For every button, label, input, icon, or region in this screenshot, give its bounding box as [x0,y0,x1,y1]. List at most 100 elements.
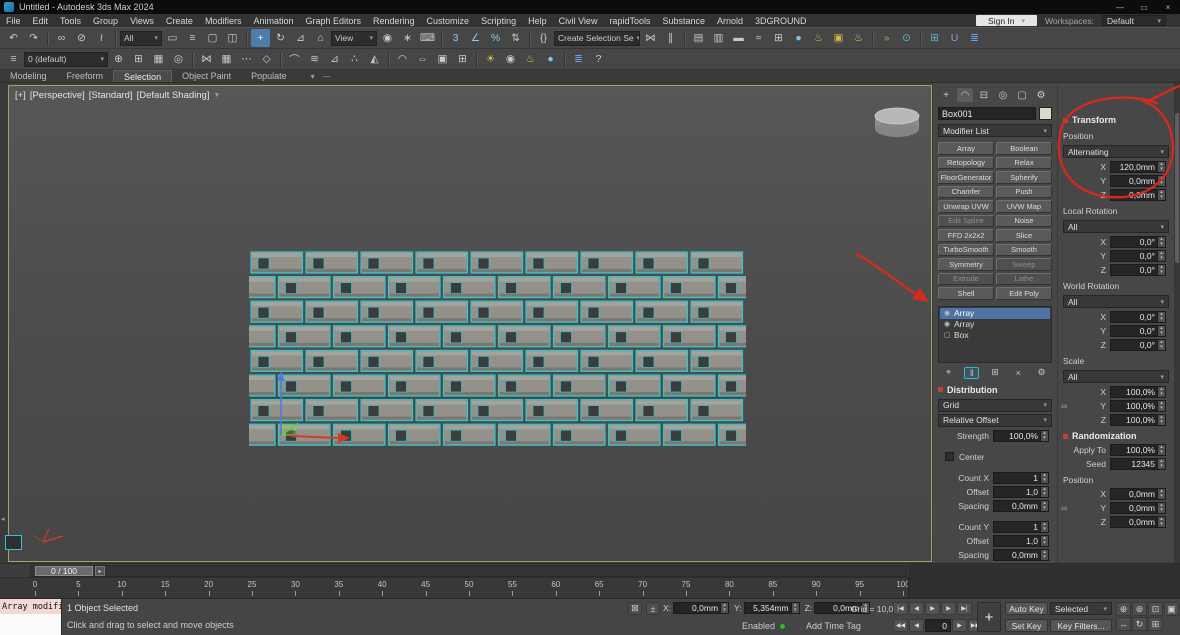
strength-spinner[interactable]: 100,0%▴▾ [993,430,1049,442]
spinner-arrows[interactable]: ▴▾ [1157,237,1165,247]
next-frame-nub[interactable]: ▸ [95,566,105,576]
scale-z-spinner[interactable]: 100,0%▴▾ [1110,414,1166,426]
track-bar[interactable]: 0510152025303540455055606570758085909510… [0,577,1180,598]
menu-modifiers[interactable]: Modifiers [199,14,248,27]
hierarchy-tab[interactable]: ⊟ [976,88,992,102]
window-crossing-icon[interactable]: ◫ [223,29,242,47]
ribbon-tab-object-paint[interactable]: Object Paint [172,70,241,82]
restore-button[interactable]: ▭ [1132,0,1156,14]
stack-item-array-0[interactable]: ◉Array [940,308,1050,319]
spinner-arrows[interactable]: ▴▾ [720,603,728,613]
camera-tool-icon[interactable]: ◉ [501,50,520,68]
set-current-layer-icon[interactable]: ◎ [169,50,188,68]
count-x-spinner[interactable]: 1▴▾ [993,472,1049,484]
ribbon-minimize-icon[interactable]: — [323,72,331,81]
menu-scripting[interactable]: Scripting [475,14,522,27]
angle-snap-icon[interactable]: ∠ [466,29,485,47]
make-unique-icon[interactable]: ⊞ [988,367,1003,379]
configure-modifier-sets-icon[interactable]: ⚙ [1034,367,1049,379]
scatter-icon[interactable]: ∴ [345,50,364,68]
civil-view-arrows-icon[interactable]: » [877,29,896,47]
orbit-icon[interactable]: ↻ [1132,617,1147,631]
offset-y-spinner[interactable]: 1,0▴▾ [993,535,1049,547]
modifier-button-array[interactable]: Array [938,142,994,155]
center-checkbox[interactable]: Center [933,450,1057,464]
scale-x-spinner[interactable]: 100,0%▴▾ [1110,386,1166,398]
modifier-button-lathe[interactable]: Lathe [996,273,1052,286]
key-filters-button[interactable]: Key Filters... [1050,619,1112,632]
ribbon-tab-freeform[interactable]: Freeform [57,70,114,82]
offset-x-spinner[interactable]: 1,0▴▾ [993,486,1049,498]
bind-to-space-warp-icon[interactable]: ≀ [92,29,111,47]
object-name-field[interactable]: Box001 [938,107,1036,120]
spinner-arrows[interactable]: ▴▾ [1040,536,1048,546]
ribbon-show-panels-icon[interactable]: ▾ [311,72,315,81]
edit-named-selection-icon[interactable]: {} [534,29,553,47]
menu-animation[interactable]: Animation [247,14,299,27]
create-new-layer-icon[interactable]: ⊕ [109,50,128,68]
modifier-button-retopology[interactable]: Retopology [938,157,994,170]
local-rotation-x-spinner[interactable]: 0,0°▴▾ [1110,236,1166,248]
time-slider-track[interactable]: 0 / 100 ▸ [30,565,907,577]
open-in-viewport-icon[interactable]: ⊙ [897,29,916,47]
modifier-button-unwrap-uvw[interactable]: Unwrap UVW [938,200,994,213]
spinner-arrows[interactable]: ▴▾ [1157,265,1165,275]
count-y-spinner[interactable]: 1▴▾ [993,521,1049,533]
distribution-rollout-header[interactable]: Distribution [933,381,1057,397]
spinner-arrows[interactable]: ▴▾ [1157,326,1165,336]
modifier-button-edit-poly[interactable]: Edit Poly [996,287,1052,300]
spinner-arrows[interactable]: ▴▾ [1157,190,1165,200]
maximize-viewport-icon[interactable]: ⊞ [1148,617,1163,631]
coord-x-field[interactable]: 0,0mm▴▾ [673,602,729,614]
local-rotation-mode-dropdown[interactable]: All▾ [1063,220,1169,233]
spinner-arrows[interactable]: ▴▾ [1157,340,1165,350]
spacing-tool-icon[interactable]: ⋯ [237,50,256,68]
sweep-profile-icon[interactable]: ⌒ [285,50,304,68]
select-and-rotate-icon[interactable]: ↻ [271,29,290,47]
modifier-button-sweep[interactable]: Sweep [996,258,1052,271]
perspective-viewport[interactable]: [+][Perspective][Standard][Default Shadi… [8,85,932,562]
spinner-arrows[interactable]: ▴▾ [1040,473,1048,483]
selection-lock-icon[interactable]: ⊠ [628,602,642,615]
trackbar-arrow-icon[interactable]: ◂ [1,515,5,523]
brick-wall-object[interactable] [224,252,771,445]
menu-rendering[interactable]: Rendering [367,14,421,27]
modifier-button-spherify[interactable]: Spherify [996,171,1052,184]
ribbon-tab-modeling[interactable]: Modeling [0,70,57,82]
spinner-arrows[interactable]: ▴▾ [791,603,799,613]
layer-list-icon[interactable]: ≡ [4,50,23,68]
curve-editor-icon[interactable]: ≈ [749,29,768,47]
remove-modifier-icon[interactable]: × [1011,367,1026,379]
random-position-z-spinner[interactable]: 0,0mm▴▾ [1110,516,1166,528]
local-rotation-z-spinner[interactable]: 0,0°▴▾ [1110,264,1166,276]
menu-file[interactable]: File [0,14,27,27]
spinner-arrows[interactable]: ▴▾ [1157,503,1165,513]
render-setup-icon[interactable]: ♨ [809,29,828,47]
distribution-type-dropdown[interactable]: Grid▾ [938,399,1052,412]
auto-key-button[interactable]: Auto Key [1005,602,1048,615]
ribbon-tab-selection[interactable]: Selection [113,70,172,82]
motion-tab[interactable]: ◎ [995,88,1011,102]
select-and-manipulate-icon[interactable]: ∗ [398,29,417,47]
named-selection-dropdown[interactable]: Create Selection Se▾ [554,31,640,46]
undo-icon[interactable]: ↶ [4,29,23,47]
select-and-move-icon[interactable]: + [251,29,270,47]
previous-key-button[interactable]: ◀◀ [893,619,908,632]
scale-mode-dropdown[interactable]: All▾ [1063,370,1169,383]
position-x-spinner[interactable]: 120,0mm▴▾ [1110,161,1166,173]
snapshot-icon[interactable]: ◇ [257,50,276,68]
stack-visibility-icon[interactable]: ◉ [943,320,951,328]
menu-arnold[interactable]: Arnold [711,14,749,27]
spinner-arrows[interactable]: ▴▾ [1157,459,1165,469]
spinner-arrows[interactable]: ▴▾ [1040,501,1048,511]
mirror-icon[interactable]: ⋈ [641,29,660,47]
array-tool-icon[interactable]: ▦ [217,50,236,68]
align-icon[interactable]: ∥ [661,29,680,47]
pan-icon[interactable]: ↔ [1116,617,1131,631]
light-tool-icon[interactable]: ☀ [481,50,500,68]
go-to-start-button[interactable]: |◀ [893,602,908,615]
scale-y-spinner[interactable]: 100,0%▴▾ [1110,400,1166,412]
modifier-button-smooth[interactable]: Smooth [996,244,1052,257]
stack-visibility-icon[interactable]: ▢ [943,331,951,339]
modifier-list-dropdown[interactable]: Modifier List ▾ [938,124,1052,137]
